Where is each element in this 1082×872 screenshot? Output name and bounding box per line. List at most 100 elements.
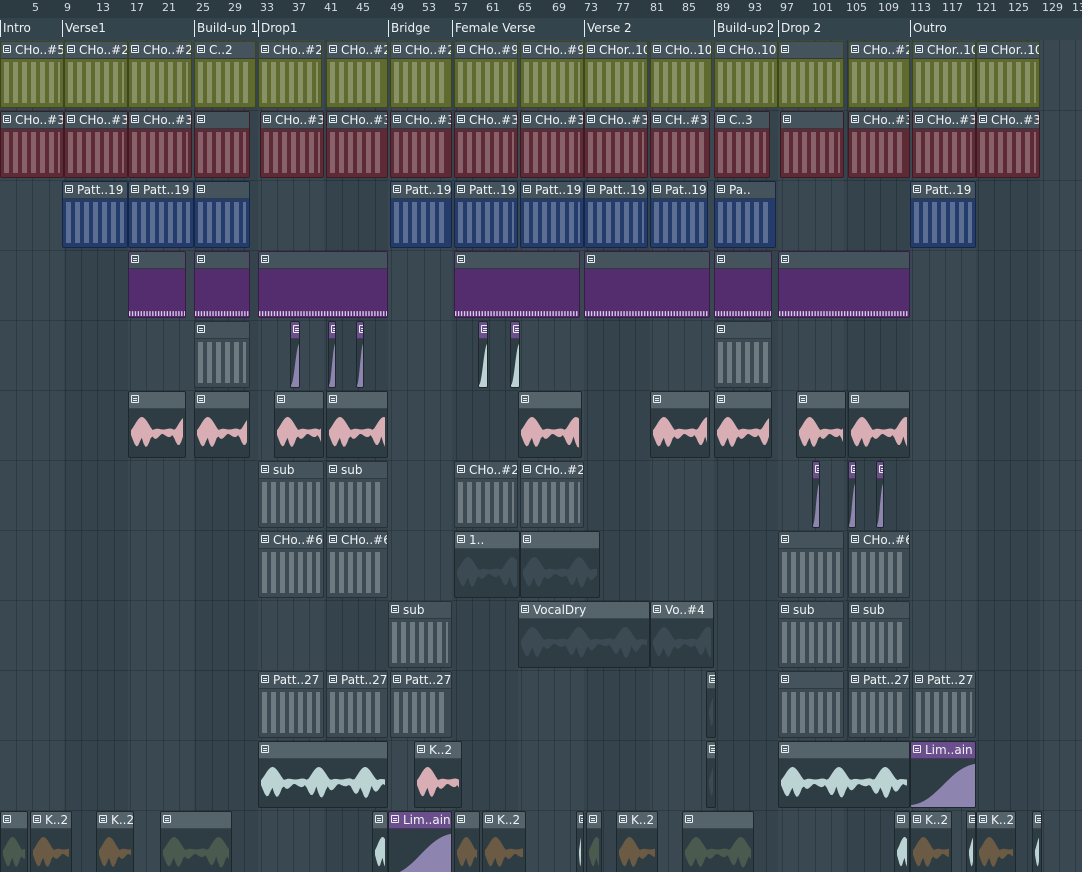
audio-clip[interactable]: K..2 [616, 811, 658, 872]
pattern-clip[interactable]: CHo..#9 [520, 41, 584, 108]
marker-female-verse[interactable]: Female Verse [452, 20, 587, 37]
pattern-clip[interactable]: CHo..10 [714, 41, 778, 108]
clip-header[interactable] [779, 672, 843, 689]
clip-header[interactable]: CHo..#3 [585, 112, 647, 129]
audio-clip[interactable] [0, 811, 28, 872]
clip-header[interactable]: CHo..#2 [849, 42, 909, 59]
clip-header[interactable]: Patt..27 [913, 672, 975, 689]
clip-header[interactable] [779, 252, 909, 269]
pattern-clip[interactable]: sub [258, 461, 324, 528]
audio-clip[interactable]: K..2 [96, 811, 134, 872]
audio-clip[interactable]: K..2 [30, 811, 72, 872]
pattern-clip[interactable]: CHo..#3 [976, 111, 1040, 178]
clip-header[interactable]: Patt..19 [521, 182, 583, 199]
clip-header[interactable] [707, 672, 715, 689]
clip-header[interactable]: Lim..ain [911, 742, 975, 759]
track-row-t12[interactable]: K..2 K..2 Lim..ain K..2 K..2 K..2 K..2 [0, 810, 1082, 872]
marker-outro[interactable]: Outro [910, 20, 1082, 37]
clip-header[interactable]: K..2 [31, 812, 71, 829]
pattern-clip[interactable] [584, 251, 710, 318]
clip-header[interactable]: 1.. [455, 532, 519, 549]
clip-header[interactable] [511, 322, 519, 339]
track-row-t8[interactable]: CHo..#6 CHo..#6 1.. CHo..#6 [0, 530, 1082, 601]
clip-header[interactable] [195, 112, 249, 129]
pattern-clip[interactable]: Patt..27 [258, 671, 324, 738]
audio-clip[interactable]: 1.. [454, 531, 520, 598]
clip-header[interactable] [161, 812, 231, 829]
pattern-clip[interactable]: CHo..#2 [390, 41, 452, 108]
pattern-clip[interactable]: CHo..10 [650, 41, 712, 108]
pattern-clip[interactable]: CHo..#6 [326, 531, 388, 598]
track-row-t10[interactable]: Patt..27 Patt..27 Patt..27 Patt..27 Patt..27 [0, 670, 1082, 741]
clip-header[interactable] [779, 42, 843, 59]
clip-header[interactable]: CHo..#3 [65, 112, 127, 129]
track-row-t3[interactable]: Patt..19 Patt..19 Patt..19 Patt..19 Patt..19… [0, 180, 1082, 251]
clip-header[interactable]: CHo..#3 [977, 112, 1039, 129]
pattern-clip[interactable]: CHo..#6 [258, 531, 324, 598]
pattern-clip[interactable]: Patt..19 [910, 181, 976, 248]
marker-buildup2[interactable]: Build-up2 [714, 20, 781, 37]
clip-header[interactable] [707, 742, 715, 759]
marker-bridge[interactable]: Bridge [388, 20, 455, 37]
clip-header[interactable] [849, 462, 855, 479]
pattern-clip[interactable]: C..3 [714, 111, 770, 178]
clip-header[interactable] [195, 182, 249, 199]
clip-header[interactable] [259, 252, 387, 269]
clip-header[interactable]: Patt..27 [391, 672, 451, 689]
pattern-clip[interactable]: CHo..#3 [584, 111, 648, 178]
clip-header[interactable]: CHo..#3 [913, 112, 975, 129]
audio-clip[interactable] [894, 811, 910, 872]
pattern-clip[interactable]: Patt..27 [390, 671, 452, 738]
pattern-clip[interactable]: C..2 [194, 41, 256, 108]
clip-header[interactable]: K..2 [977, 812, 1015, 829]
pattern-clip[interactable]: CHor..10 [584, 41, 648, 108]
pattern-clip[interactable]: Patt..27 [848, 671, 910, 738]
clip-header[interactable] [195, 392, 249, 409]
pattern-clip[interactable]: CHo..#6 [848, 531, 910, 598]
clip-header[interactable]: CHor..10 [913, 42, 975, 59]
clip-header[interactable]: K..2 [97, 812, 133, 829]
pattern-clip[interactable]: sub [388, 601, 452, 668]
clip-header[interactable]: C..2 [195, 42, 255, 59]
pattern-clip[interactable]: CHo..#3 [128, 111, 192, 178]
clip-header[interactable] [1, 812, 27, 829]
clip-header[interactable]: K..2 [617, 812, 657, 829]
clip-header[interactable] [895, 812, 909, 829]
pattern-clip[interactable]: CHor..10 [976, 41, 1040, 108]
automation-clip[interactable] [510, 321, 520, 388]
audio-clip[interactable] [274, 391, 324, 458]
pattern-clip[interactable]: CHo..#2 [64, 41, 128, 108]
track-row-t6[interactable] [0, 390, 1082, 461]
pattern-clip[interactable] [128, 251, 186, 318]
audio-clip[interactable] [706, 671, 716, 738]
track-row-t1[interactable]: CHo..#5 CHo..#2 CHo..#2 C..2 CHo..#2 CHo..#2 C… [0, 40, 1082, 111]
clip-header[interactable]: Pat..19 [651, 182, 707, 199]
marker-buildup1[interactable]: Build-up 1 [194, 20, 261, 37]
clip-header[interactable]: CHo..#2 [455, 462, 517, 479]
audio-clip[interactable] [586, 811, 602, 872]
pattern-clip[interactable]: Patt..19 [454, 181, 518, 248]
clip-header[interactable]: Patt..19 [391, 182, 451, 199]
clip-header[interactable]: CHor..10 [977, 42, 1039, 59]
clip-header[interactable]: sub [389, 602, 451, 619]
track-row-t4[interactable] [0, 250, 1082, 321]
clip-header[interactable] [521, 532, 599, 549]
audio-clip[interactable] [372, 811, 388, 872]
clip-header[interactable]: Patt..19 [455, 182, 517, 199]
audio-clip[interactable] [194, 391, 250, 458]
audio-clip[interactable] [796, 391, 846, 458]
clip-header[interactable] [259, 742, 387, 759]
clip-header[interactable]: K..2 [415, 742, 461, 759]
pattern-clip[interactable]: sub [848, 601, 910, 668]
clip-header[interactable]: sub [327, 462, 387, 479]
clip-header[interactable] [813, 462, 819, 479]
pattern-clip[interactable]: Patt..27 [326, 671, 388, 738]
track-row-t2[interactable]: CHo..#3 CHo..#3 CHo..#3 CHo..#3 CHo..#3 CHo..… [0, 110, 1082, 181]
pattern-clip[interactable]: CHo..#5 [0, 41, 64, 108]
bar-ruler[interactable]: 5 9 13 17 21 25 29 33 37 41 45 49 53 57 … [0, 0, 1082, 19]
audio-clip[interactable] [706, 741, 716, 808]
pattern-clip[interactable]: CHo..#3 [260, 111, 324, 178]
marker-intro[interactable]: Intro [0, 20, 65, 37]
audio-clip[interactable] [966, 811, 976, 872]
pattern-clip[interactable] [778, 531, 844, 598]
